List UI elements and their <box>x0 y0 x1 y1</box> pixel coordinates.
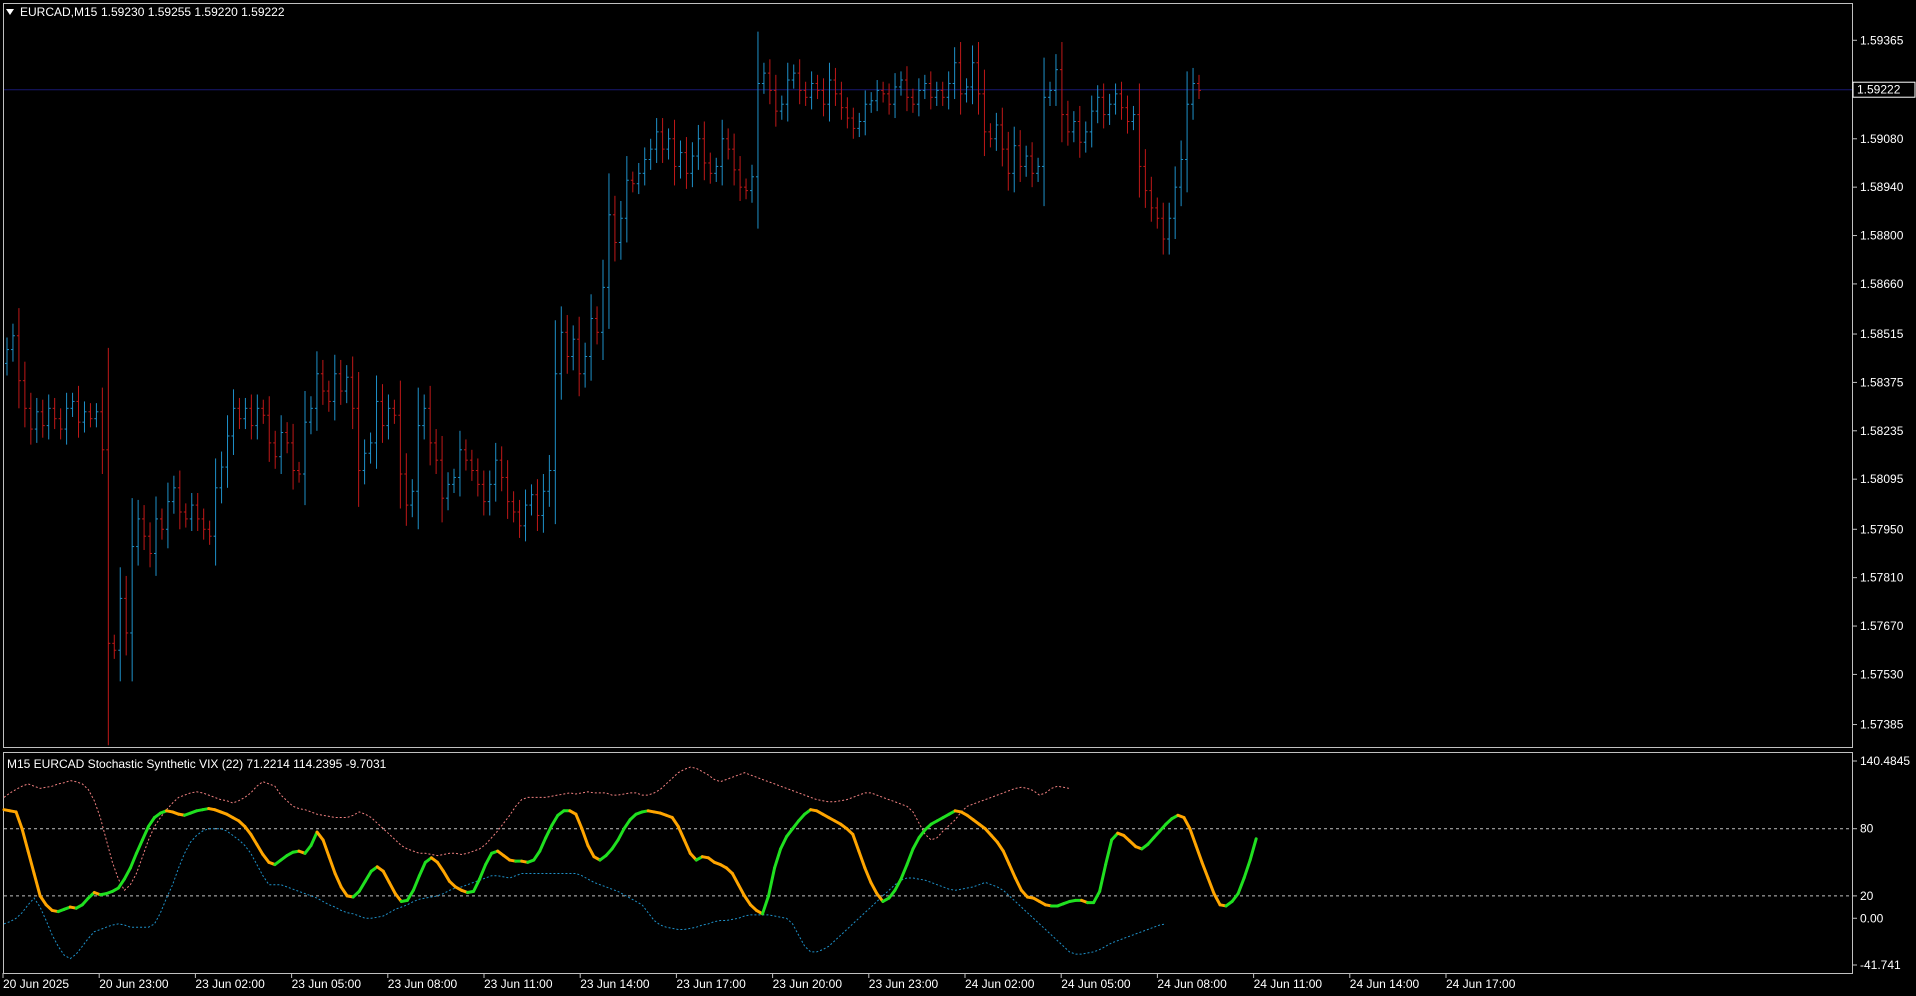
time-tick-label: 23 Jun 05:00 <box>292 977 362 991</box>
time-tick-label: 23 Jun 14:00 <box>580 977 650 991</box>
price-tick-label: 1.57950 <box>1860 522 1904 536</box>
time-tick-label: 24 Jun 02:00 <box>965 977 1035 991</box>
main-symbol-label: EURCAD,M15 <box>20 5 98 19</box>
time-tick-label: 23 Jun 08:00 <box>388 977 458 991</box>
time-tick-label: 24 Jun 17:00 <box>1446 977 1516 991</box>
current-price-tag-label: 1.59222 <box>1857 83 1901 97</box>
indicator-tick-label: 20 <box>1860 889 1874 903</box>
time-tick-label: 24 Jun 14:00 <box>1350 977 1420 991</box>
price-tick-label: 1.59365 <box>1860 33 1904 47</box>
time-tick-label: 24 Jun 08:00 <box>1157 977 1227 991</box>
time-tick-label: 24 Jun 05:00 <box>1061 977 1131 991</box>
price-tick-label: 1.57530 <box>1860 667 1904 681</box>
main-ohlc-label: 1.59230 1.59255 1.59220 1.59222 <box>101 5 285 19</box>
time-tick-label: 23 Jun 23:00 <box>869 977 939 991</box>
price-tick-label: 1.57670 <box>1860 619 1904 633</box>
time-tick-label: 23 Jun 11:00 <box>484 977 553 991</box>
chart-canvas: 1.59365 1.59080 1.58940 1.58800 1.58660 1.585… <box>0 0 1916 996</box>
indicator-tick-label: 0.00 <box>1860 911 1884 925</box>
indicator-tick-label: 140.4845 <box>1860 754 1910 768</box>
price-tick-label: 1.58800 <box>1860 229 1904 243</box>
time-tick-label: 20 Jun 2025 <box>3 977 69 991</box>
time-tick-label: 23 Jun 20:00 <box>773 977 843 991</box>
time-tick-label: 24 Jun 11:00 <box>1254 977 1323 991</box>
price-axis: 1.59365 1.59080 1.58940 1.58800 1.58660 1.585… <box>1852 33 1904 732</box>
price-tick-label: 1.58235 <box>1860 424 1904 438</box>
price-tick-label: 1.58940 <box>1860 180 1904 194</box>
time-tick-label: 23 Jun 17:00 <box>676 977 746 991</box>
price-tick-label: 1.59080 <box>1860 132 1904 146</box>
price-tick-label: 1.57385 <box>1860 718 1904 732</box>
indicator-tick-label: -41.741 <box>1860 958 1901 972</box>
time-tick-label: 20 Jun 23:00 <box>99 977 169 991</box>
time-tick-label: 23 Jun 02:00 <box>195 977 265 991</box>
price-tick-label: 1.58375 <box>1860 375 1904 389</box>
price-tick-label: 1.57810 <box>1860 571 1904 585</box>
price-tick-label: 1.58660 <box>1860 277 1904 291</box>
price-tick-label: 1.58515 <box>1860 327 1904 341</box>
indicator-tick-label: 80 <box>1860 822 1874 836</box>
indicator-title: M15 EURCAD Stochastic Synthetic VIX (22)… <box>7 757 387 771</box>
price-tick-label: 1.58095 <box>1860 472 1904 486</box>
chart-background <box>0 0 1916 996</box>
